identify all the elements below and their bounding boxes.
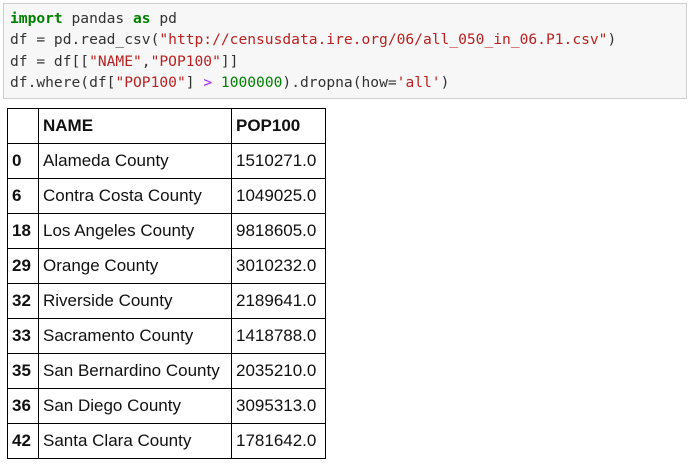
code-text: ) xyxy=(440,73,450,91)
row-index: 6 xyxy=(7,178,39,214)
code-text: ).dropna(how= xyxy=(282,73,397,91)
code-line-1: import pandas as pd xyxy=(10,8,680,29)
code-text: df = pd.read_csv( xyxy=(10,31,160,49)
row-index: 33 xyxy=(7,318,39,354)
cell-name: San Bernardino County xyxy=(38,353,232,389)
table-header-row: NAME POP100 xyxy=(7,108,326,144)
row-index: 42 xyxy=(7,423,39,459)
code-text: ]] xyxy=(220,52,239,70)
code-line-3: df = df[["NAME","POP100"]] xyxy=(10,51,680,72)
table-row: 42 Santa Clara County 1781642.0 xyxy=(7,423,326,459)
cell-name: Riverside County xyxy=(38,283,232,319)
cell-pop100: 9818605.0 xyxy=(231,213,326,249)
table-row: 0 Alameda County 1510271.0 xyxy=(7,143,326,179)
code-text: df = df[[ xyxy=(10,52,90,70)
cell-pop100: 2035210.0 xyxy=(231,353,326,389)
code-line-2: df = pd.read_csv("http://censusdata.ire.… xyxy=(10,29,680,50)
cell-name: Sacramento County xyxy=(38,318,232,354)
table-row: 35 San Bernardino County 2035210.0 xyxy=(7,353,326,389)
code-text: ) xyxy=(607,31,617,49)
column-header-name: NAME xyxy=(38,108,232,144)
code-text: pd xyxy=(150,10,177,27)
table-row: 32 Riverside County 2189641.0 xyxy=(7,283,326,319)
code-line-4: df.where(df["POP100"] > 1000000).dropna(… xyxy=(10,72,680,93)
cell-pop100: 1781642.0 xyxy=(231,423,326,459)
column-header-pop100: POP100 xyxy=(231,108,326,144)
code-cell-input[interactable]: import pandas as pd df = pd.read_csv("ht… xyxy=(3,3,687,99)
code-text: ] xyxy=(185,73,204,91)
row-index: 36 xyxy=(7,388,39,424)
table-row: 29 Orange County 3010232.0 xyxy=(7,248,326,284)
dataframe-output-table: NAME POP100 0 Alameda County 1510271.0 6… xyxy=(7,108,326,459)
cell-pop100: 1510271.0 xyxy=(231,143,326,179)
cell-name: Contra Costa County xyxy=(38,178,232,214)
keyword-as: as xyxy=(133,10,151,27)
table-row: 18 Los Angeles County 9818605.0 xyxy=(7,213,326,249)
code-string: "http://censusdata.ire.org/06/all_050_in… xyxy=(159,31,608,49)
table-row: 36 San Diego County 3095313.0 xyxy=(7,388,326,424)
table-row: 6 Contra Costa County 1049025.0 xyxy=(7,178,326,214)
cell-name: Orange County xyxy=(38,248,232,284)
cell-pop100: 1049025.0 xyxy=(231,178,326,214)
cell-pop100: 3095313.0 xyxy=(231,388,326,424)
code-string: "POP100" xyxy=(150,52,221,70)
cell-name: San Diego County xyxy=(38,388,232,424)
code-string: "NAME" xyxy=(89,52,142,70)
cell-name: Los Angeles County xyxy=(38,213,232,249)
code-string: 'all' xyxy=(396,73,441,91)
cell-pop100: 1418788.0 xyxy=(231,318,326,354)
code-text: df.where(df[ xyxy=(10,73,116,91)
code-string: "POP100" xyxy=(115,73,186,91)
code-text: , xyxy=(141,52,151,70)
row-index: 18 xyxy=(7,213,39,249)
code-operator: > xyxy=(203,73,213,91)
code-text: pandas xyxy=(62,10,134,27)
row-index: 0 xyxy=(7,143,39,179)
table-row: 33 Sacramento County 1418788.0 xyxy=(7,318,326,354)
row-index: 35 xyxy=(7,353,39,389)
index-header xyxy=(7,108,39,144)
cell-name: Santa Clara County xyxy=(38,423,232,459)
code-number: 1000000 xyxy=(220,73,283,91)
keyword-import: import xyxy=(10,10,63,27)
row-index: 32 xyxy=(7,283,39,319)
cell-pop100: 3010232.0 xyxy=(231,248,326,284)
cell-name: Alameda County xyxy=(38,143,232,179)
cell-pop100: 2189641.0 xyxy=(231,283,326,319)
row-index: 29 xyxy=(7,248,39,284)
